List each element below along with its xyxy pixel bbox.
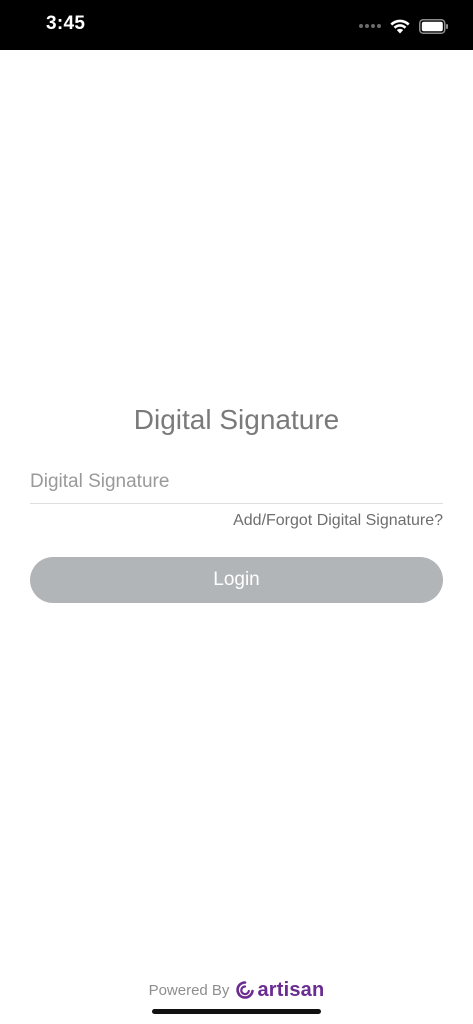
battery-icon xyxy=(419,18,449,34)
brand-name: artisan xyxy=(257,978,325,1001)
digital-signature-input[interactable] xyxy=(30,460,443,504)
powered-by-footer: Powered By artisan xyxy=(0,978,473,1002)
add-forgot-signature-link[interactable]: Add/Forgot Digital Signature? xyxy=(233,512,443,530)
page-title: Digital Signature xyxy=(133,404,340,435)
brand-swirl-icon xyxy=(236,981,255,999)
home-indicator xyxy=(152,1009,321,1014)
status-time: 3:45 xyxy=(46,13,86,34)
signal-dots-icon xyxy=(359,24,381,28)
brand-logo: artisan xyxy=(235,979,324,1002)
login-screen: 3:45 Digital Signature A xyxy=(0,0,473,1024)
status-bar: 3:45 xyxy=(0,0,473,50)
login-button[interactable]: Login xyxy=(30,557,443,603)
status-icons xyxy=(359,16,449,36)
wifi-icon xyxy=(390,19,410,34)
powered-by-label: Powered By xyxy=(148,981,230,999)
